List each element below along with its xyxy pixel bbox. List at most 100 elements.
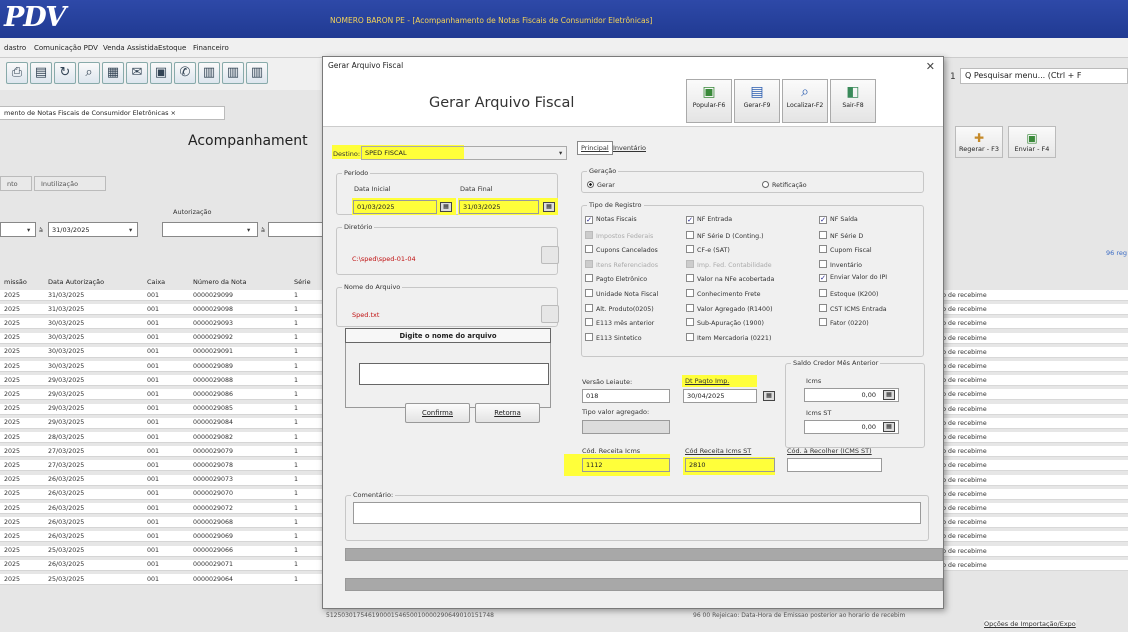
checkbox-impostos-federais[interactable]: Impostos Federais bbox=[585, 230, 653, 240]
table-row[interactable]: 2025 29/03/2025 001 0000029086 1 bbox=[0, 389, 325, 401]
report-icon[interactable]: ▥ bbox=[198, 62, 220, 84]
checkbox-nf-sa-da[interactable]: ✓ NF Saída bbox=[819, 216, 858, 224]
regerar-button[interactable]: ✚ Regerar - F3 bbox=[955, 126, 1003, 158]
retorna-button[interactable]: Retorna bbox=[475, 403, 540, 423]
autorizacao-from[interactable] bbox=[162, 222, 258, 237]
refresh-icon[interactable]: ↻ bbox=[54, 62, 76, 84]
table-row[interactable]: 2025 31/03/2025 001 0000029098 1 bbox=[0, 304, 325, 316]
checkbox-pagto-eletr-nico[interactable]: Pagto Eletrônico bbox=[585, 274, 647, 283]
filter-date-to[interactable]: 31/03/2025 bbox=[48, 222, 138, 237]
menu-financeiro[interactable]: Financeiro bbox=[193, 44, 229, 52]
checkbox-fator-0220[interactable]: Fator (0220) bbox=[819, 318, 869, 327]
table-row[interactable]: 2025 30/03/2025 001 0000029091 1 bbox=[0, 346, 325, 358]
destino-select[interactable]: SPED FISCAL bbox=[361, 146, 567, 160]
data-inicial-input[interactable]: 01/03/2025 bbox=[353, 200, 437, 214]
table-row[interactable]: 2025 25/03/2025 001 0000029066 1 bbox=[0, 545, 325, 557]
checkbox-valor-agregado-r1400[interactable]: Valor Agregado (R1400) bbox=[686, 303, 773, 313]
popular-button[interactable]: ▣ Popular-F6 bbox=[686, 79, 732, 123]
versao-input[interactable]: 018 bbox=[582, 389, 670, 403]
close-icon[interactable]: ✕ bbox=[926, 60, 935, 73]
col-serie[interactable]: Série bbox=[294, 278, 311, 286]
checkbox-nf-s-rie-d-conting[interactable]: NF Série D (Conting.) bbox=[686, 230, 764, 240]
nome-arquivo-value[interactable]: Sped.txt bbox=[352, 311, 379, 319]
checkbox-valor-na-nfe-acobertada[interactable]: Valor na NFe acobertada bbox=[686, 274, 774, 283]
calculator-icon[interactable]: ▦ bbox=[883, 422, 895, 432]
email-icon[interactable]: ✉ bbox=[126, 62, 148, 84]
document-tab[interactable]: mento de Notas Fiscais de Consumidor Ele… bbox=[0, 106, 225, 120]
menu-comunicacao-pdv[interactable]: Comunicação PDV bbox=[34, 44, 98, 52]
calendar-icon[interactable]: ▦ bbox=[440, 202, 452, 212]
checkbox-estoque-k200[interactable]: Estoque (K200) bbox=[819, 289, 879, 298]
col-data-autorizacao[interactable]: Data Autorização bbox=[48, 278, 104, 286]
enviar-button[interactable]: ▣ Enviar - F4 bbox=[1008, 126, 1056, 158]
table-row[interactable]: 2025 30/03/2025 001 0000029092 1 bbox=[0, 332, 325, 344]
checkbox-item-mercadoria-0221[interactable]: Item Mercadoria (0221) bbox=[686, 332, 771, 342]
chevron-down-icon[interactable]: ▾ bbox=[129, 226, 132, 234]
tab-inutilizacao[interactable]: Inutilização bbox=[34, 176, 106, 191]
table-row[interactable]: 2025 29/03/2025 001 0000029084 1 bbox=[0, 417, 325, 429]
checkbox-e113-m-s-anterior[interactable]: E113 mês anterior bbox=[585, 318, 654, 327]
search-icon[interactable]: ⌕ bbox=[78, 62, 100, 84]
gerar-button[interactable]: ▤ Gerar-F9 bbox=[734, 79, 780, 123]
cod-recolher-input[interactable] bbox=[787, 458, 882, 472]
checkbox-nf-entrada[interactable]: ✓ NF Entrada bbox=[686, 216, 732, 224]
file-browse-icon[interactable] bbox=[541, 305, 559, 323]
table-row[interactable]: 2025 30/03/2025 001 0000029089 1 bbox=[0, 361, 325, 372]
checkbox-nf-s-rie-d[interactable]: NF Série D bbox=[819, 230, 863, 240]
dt-pagto-input[interactable]: 30/04/2025 bbox=[683, 389, 757, 403]
tipo-valor-agregado-input[interactable] bbox=[582, 420, 670, 434]
autorizacao-to[interactable] bbox=[268, 222, 324, 237]
checkbox-imp-fed-contabilidade[interactable]: Imp. Fed. Contabilidade bbox=[686, 259, 772, 269]
confirma-button[interactable]: Confirma bbox=[405, 403, 470, 423]
report3-icon[interactable]: ▥ bbox=[246, 62, 268, 84]
table-row[interactable]: 2025 31/03/2025 001 0000029099 1 bbox=[0, 290, 325, 301]
tab-principal[interactable]: Principal bbox=[577, 141, 613, 155]
checkbox-conhecimento-frete[interactable]: Conhecimento Frete bbox=[686, 289, 760, 298]
folder-browse-icon[interactable] bbox=[541, 246, 559, 264]
menu-search-input[interactable]: Q Pesquisar menu... (Ctrl + F bbox=[960, 68, 1128, 84]
chevron-down-icon[interactable]: ▾ bbox=[27, 226, 30, 234]
table-row[interactable]: 2025 26/03/2025 001 0000029073 1 bbox=[0, 474, 325, 486]
checkbox-cf-e-sat[interactable]: CF-e (SAT) bbox=[686, 245, 730, 254]
cod-receita-st-input[interactable]: 2810 bbox=[685, 458, 775, 472]
nome-arquivo-input[interactable] bbox=[359, 363, 549, 385]
window-icon[interactable]: ▣ bbox=[150, 62, 172, 84]
checkbox-cupom-fiscal[interactable]: Cupom Fiscal bbox=[819, 245, 872, 254]
sair-button[interactable]: ◧ Sair-F8 bbox=[830, 79, 876, 123]
radio-gerar[interactable]: Gerar bbox=[587, 181, 615, 189]
table-row[interactable]: 2025 27/03/2025 001 0000029079 1 bbox=[0, 446, 325, 458]
table-row[interactable]: 2025 25/03/2025 001 0000029064 1 bbox=[0, 574, 325, 585]
tab-inventario[interactable]: Inventário bbox=[613, 144, 646, 152]
col-numero-nota[interactable]: Número da Nota bbox=[193, 278, 246, 286]
table-row[interactable]: 2025 30/03/2025 001 0000029093 1 bbox=[0, 318, 325, 330]
menu-venda-assistida[interactable]: Venda Assistida bbox=[103, 44, 158, 52]
table-icon[interactable]: ▦ bbox=[102, 62, 124, 84]
chevron-down-icon[interactable]: ▾ bbox=[247, 226, 250, 234]
checkbox-alt-produto-0205[interactable]: Alt. Produto(0205) bbox=[585, 303, 654, 313]
print-icon[interactable]: ⎙ bbox=[6, 62, 28, 84]
calculator-icon[interactable]: ▦ bbox=[883, 390, 895, 400]
checkbox-invent-rio[interactable]: Inventário bbox=[819, 259, 862, 269]
checkbox-notas-fiscais[interactable]: ✓ Notas Fiscais bbox=[585, 216, 637, 224]
table-row[interactable]: 2025 28/03/2025 001 0000029082 1 bbox=[0, 432, 325, 443]
open-icon[interactable]: ▤ bbox=[30, 62, 52, 84]
table-row[interactable]: 2025 26/03/2025 001 0000029068 1 bbox=[0, 517, 325, 529]
checkbox-sub-apura-o-1900[interactable]: Sub-Apuração (1900) bbox=[686, 318, 764, 327]
radio-retificacao[interactable]: Retificação bbox=[762, 181, 807, 189]
filter-date-from[interactable] bbox=[0, 222, 36, 237]
localizar-button[interactable]: ⌕ Localizar-F2 bbox=[782, 79, 828, 123]
table-row[interactable]: 2025 26/03/2025 001 0000029072 1 bbox=[0, 503, 325, 514]
data-final-input[interactable]: 31/03/2025 bbox=[459, 200, 539, 214]
checkbox-enviar-valor-do-ipi[interactable]: ✓ Enviar Valor do IPI bbox=[819, 274, 887, 283]
cod-receita-icms-input[interactable]: 1112 bbox=[582, 458, 670, 472]
import-export-options-link[interactable]: Opções de Importação/Expo bbox=[984, 620, 1076, 628]
table-row[interactable]: 2025 26/03/2025 001 0000029070 1 bbox=[0, 488, 325, 500]
checkbox-e113-sintetico[interactable]: E113 Sintetico bbox=[585, 332, 642, 342]
checkbox-unidade-nota-fiscal[interactable]: Unidade Nota Fiscal bbox=[585, 289, 658, 298]
comentario-input[interactable] bbox=[353, 502, 921, 524]
table-row[interactable]: 2025 29/03/2025 001 0000029088 1 bbox=[0, 375, 325, 387]
chevron-down-icon[interactable]: ▾ bbox=[559, 149, 562, 157]
diretorio-value[interactable]: C:\sped\sped-01-04 bbox=[352, 255, 416, 263]
report2-icon[interactable]: ▥ bbox=[222, 62, 244, 84]
table-row[interactable]: 2025 26/03/2025 001 0000029071 1 bbox=[0, 559, 325, 571]
